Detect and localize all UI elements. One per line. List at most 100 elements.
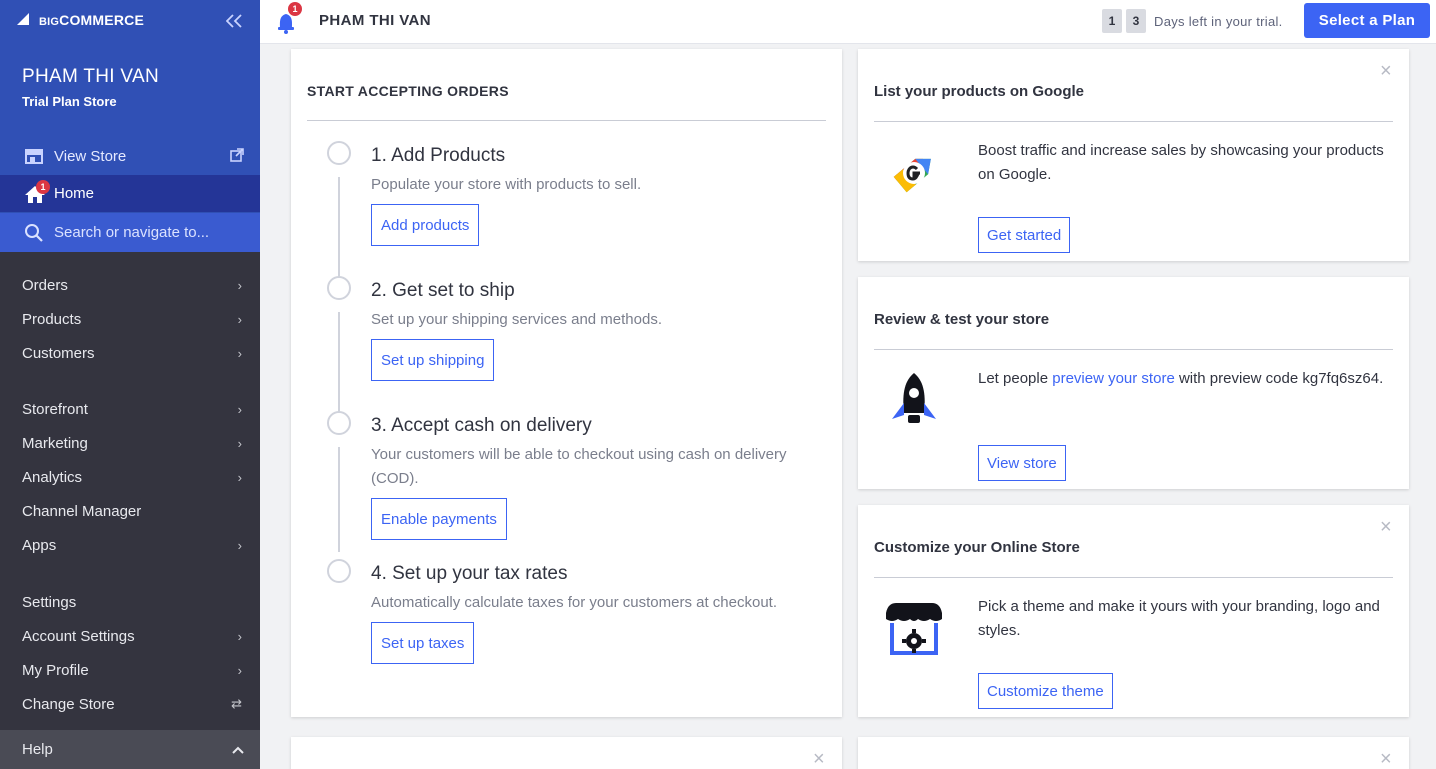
chevron-right-icon: ›	[237, 537, 242, 553]
chevron-right-icon: ›	[237, 469, 242, 485]
divider	[874, 577, 1393, 578]
card-title: List your products on Google	[874, 83, 1084, 100]
view-store-label: View Store	[54, 147, 127, 165]
divider	[874, 121, 1393, 122]
chevron-up-icon	[232, 741, 244, 758]
divider	[307, 120, 826, 121]
view-store-link[interactable]: View Store	[0, 140, 260, 172]
select-plan-button[interactable]: Select a Plan	[1304, 3, 1430, 38]
customize-theme-button[interactable]: Customize theme	[978, 673, 1113, 709]
sidebar-item-my-profile[interactable]: My Profile ›	[0, 653, 260, 687]
nav-label: Apps	[22, 536, 57, 554]
sidebar-item-products[interactable]: Products ›	[0, 302, 260, 336]
trial-counter: 1 3 Days left in your trial.	[1102, 9, 1283, 33]
card-description: Boost traffic and increase sales by show…	[978, 142, 1384, 183]
sidebar-item-orders[interactable]: Orders ›	[0, 268, 260, 302]
sidebar-item-customers[interactable]: Customers ›	[0, 336, 260, 370]
sidebar-item-help[interactable]: Help	[0, 730, 260, 769]
divider	[874, 349, 1393, 350]
nav-label: Settings	[22, 593, 77, 611]
collapse-sidebar-icon[interactable]	[225, 14, 244, 30]
preview-store-link[interactable]: preview your store	[1052, 370, 1175, 387]
home-badge: 1	[36, 179, 50, 194]
description-text: with preview code kg7fq6sz64.	[1174, 370, 1384, 387]
nav-label: Customers	[22, 344, 95, 362]
google-tag-icon	[882, 141, 946, 205]
sidebar-search[interactable]: Search or navigate to...	[0, 213, 260, 252]
sidebar-item-storefront[interactable]: Storefront ›	[0, 392, 260, 426]
rocket-icon	[882, 369, 946, 433]
partial-card: ×	[858, 737, 1409, 769]
sidebar-item-settings[interactable]: Settings	[0, 585, 260, 619]
nav-label: My Profile	[22, 661, 89, 679]
step-title: 1. Add Products	[371, 145, 506, 166]
sidebar-item-analytics[interactable]: Analytics ›	[0, 460, 260, 494]
review-store-card: Review & test your store Let people prev…	[858, 277, 1409, 489]
step-title: 3. Accept cash on delivery	[371, 415, 592, 436]
chevron-right-icon: ›	[237, 311, 242, 327]
nav-label: Change Store	[22, 695, 115, 713]
close-icon[interactable]: ×	[813, 749, 825, 769]
chevron-right-icon: ›	[237, 662, 242, 678]
chevron-right-icon: ›	[237, 345, 242, 361]
top-header: 1 PHAM THI VAN 1 3 Days left in your tri…	[260, 0, 1436, 44]
step-status-circle	[327, 141, 351, 165]
add-products-button[interactable]: Add products	[371, 204, 480, 246]
notification-badge: 1	[288, 2, 302, 16]
close-icon[interactable]: ×	[1380, 61, 1392, 81]
nav-label: Marketing	[22, 434, 88, 452]
close-icon[interactable]: ×	[1380, 517, 1392, 537]
step-status-circle	[327, 411, 351, 435]
set-up-shipping-button[interactable]: Set up shipping	[371, 339, 495, 381]
set-up-taxes-button[interactable]: Set up taxes	[371, 622, 475, 664]
step-connector	[338, 177, 340, 287]
nav-group-channels: Storefront › Marketing › Analytics › Channe…	[0, 392, 260, 562]
external-link-icon	[230, 148, 244, 162]
card-description: Let people preview your store with previ…	[978, 367, 1398, 391]
sidebar-item-account-settings[interactable]: Account Settings ›	[0, 619, 260, 653]
sidebar-item-apps[interactable]: Apps ›	[0, 528, 260, 562]
get-started-button[interactable]: Get started	[978, 217, 1071, 253]
nav-label: Account Settings	[22, 627, 135, 645]
nav-group-commerce: Orders › Products › Customers ›	[0, 268, 260, 370]
home-label: Home	[54, 185, 95, 202]
chevron-right-icon: ›	[237, 277, 242, 293]
step-title: 4. Set up your tax rates	[371, 563, 568, 584]
enable-payments-button[interactable]: Enable payments	[371, 498, 507, 540]
step-description: Populate your store with products to sel…	[371, 176, 642, 193]
google-listing-card: × List your products on Google Boost tra…	[858, 49, 1409, 261]
search-placeholder: Search or navigate to...	[54, 224, 210, 241]
sidebar: BIGCOMMERCE PHAM THI VAN Trial Plan Stor…	[0, 0, 260, 769]
customize-store-card: × Customize your Online Store Pick a the…	[858, 505, 1409, 717]
sidebar-item-change-store[interactable]: Change Store ⇄	[0, 687, 260, 721]
logo-text: BIGCOMMERCE	[39, 12, 144, 28]
view-store-button[interactable]: View store	[978, 445, 1066, 481]
step-status-circle	[327, 276, 351, 300]
step-title: 2. Get set to ship	[371, 280, 515, 301]
card-description: Pick a theme and make it yours with your…	[978, 598, 1380, 639]
sidebar-header: BIGCOMMERCE PHAM THI VAN Trial Plan Stor…	[0, 0, 260, 252]
notifications-bell-icon[interactable]: 1	[276, 2, 302, 34]
bigcommerce-logo-icon	[15, 9, 37, 31]
sidebar-item-marketing[interactable]: Marketing ›	[0, 426, 260, 460]
nav-label: Storefront	[22, 400, 88, 418]
start-accepting-orders-card: START ACCEPTING ORDERS 1. Add Products P…	[291, 49, 842, 717]
trial-text: Days left in your trial.	[1154, 13, 1283, 29]
card-title: Review & test your store	[874, 311, 1050, 328]
header-store-name: PHAM THI VAN	[319, 12, 432, 29]
home-icon: 1	[24, 179, 50, 204]
chevron-right-icon: ›	[237, 435, 242, 451]
step-connector	[338, 312, 340, 422]
close-icon[interactable]: ×	[1380, 749, 1392, 769]
step-description: Set up your shipping services and method…	[371, 311, 662, 328]
bigcommerce-logo[interactable]: BIGCOMMERCE	[15, 9, 144, 31]
step-status-circle	[327, 559, 351, 583]
orders-card-title: START ACCEPTING ORDERS	[307, 83, 509, 99]
description-text: Let people	[978, 370, 1053, 387]
sidebar-item-home[interactable]: 1 Home	[0, 175, 260, 212]
nav-label: Analytics	[22, 468, 83, 486]
sidebar-item-channel-manager[interactable]: Channel Manager	[0, 494, 260, 528]
trial-digit: 3	[1126, 9, 1146, 33]
step-connector	[338, 447, 340, 552]
nav-label: Products	[22, 310, 82, 328]
